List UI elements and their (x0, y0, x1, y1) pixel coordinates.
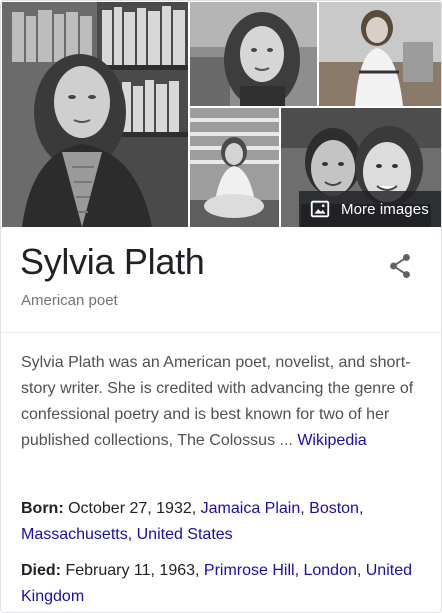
died-place-link[interactable]: Primrose Hill (204, 562, 295, 579)
photo-portrait-bookshelf[interactable] (2, 2, 188, 227)
photo-portrait-outdoors[interactable] (190, 2, 317, 106)
born-place-link[interactable]: Massachusetts (21, 526, 128, 543)
photo-portrait-porch[interactable] (190, 108, 279, 227)
more-images-button[interactable]: More images (299, 191, 441, 227)
image-icon (309, 198, 331, 220)
entity-subtitle: American poet (21, 292, 118, 309)
section-divider (1, 332, 441, 333)
share-icon[interactable] (387, 252, 413, 280)
description: Sylvia Plath was an American poet, novel… (21, 350, 426, 454)
photo-portrait-seated[interactable] (319, 2, 441, 106)
died-place-link[interactable]: London (303, 562, 356, 579)
more-images-label: More images (341, 200, 429, 218)
wikipedia-link[interactable]: Wikipedia (297, 432, 366, 449)
born-place-link[interactable]: Jamaica Plain (201, 500, 301, 517)
born-place-link[interactable]: Boston (309, 500, 359, 517)
image-mosaic: More images (1, 1, 441, 228)
born-date: October 27, 1932 (68, 500, 192, 517)
born-label: Born: (21, 500, 64, 517)
entity-title: Sylvia Plath (20, 241, 205, 282)
fact-born: Born: October 27, 1932, Jamaica Plain, B… (21, 500, 364, 543)
born-place-link[interactable]: United States (137, 526, 233, 543)
died-label: Died: (21, 562, 61, 579)
fact-died: Died: February 11, 1963, Primrose Hill, … (21, 562, 412, 605)
knowledge-panel: More images Sylvia Plath American poet S… (0, 0, 442, 613)
died-date: February 11, 1963 (65, 562, 196, 579)
